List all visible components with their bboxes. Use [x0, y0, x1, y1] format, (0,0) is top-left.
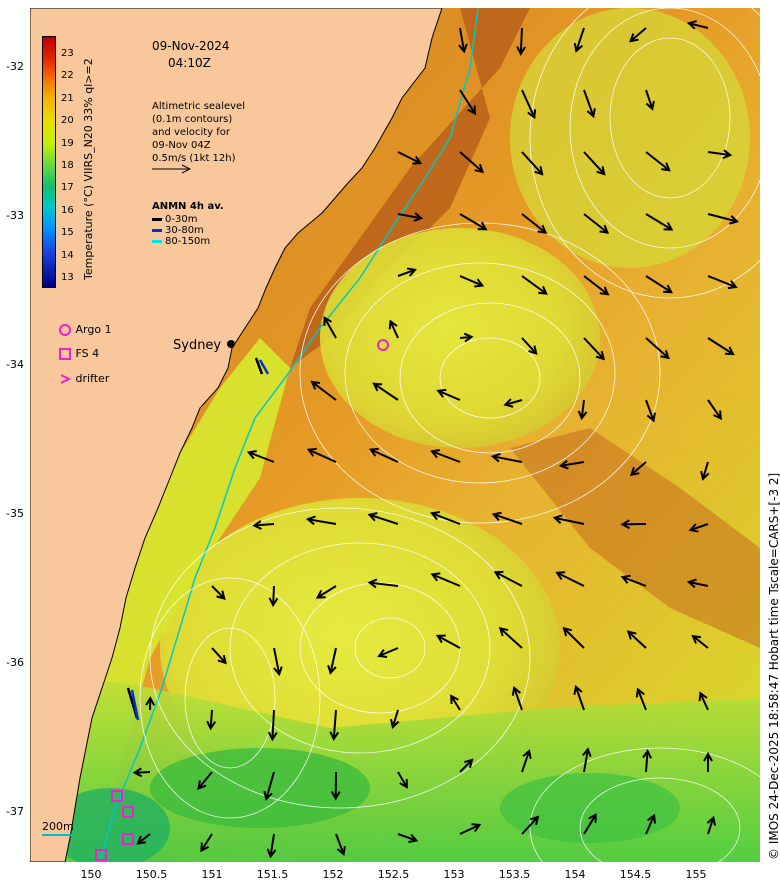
lon-tick-10: 155 — [685, 868, 707, 881]
credit-text: © IMOS 24-Dec-2025 18:58:47 Hobart time … — [767, 472, 780, 860]
anmn-label-2: 80-150m — [165, 236, 211, 247]
lon-tick-3: 151.5 — [256, 868, 289, 881]
anmn-label-1: 30-80m — [165, 225, 204, 236]
colorbar-tick-16: 16 — [61, 204, 74, 216]
sydney-label: Sydney — [173, 338, 222, 353]
colorbar-tick-23: 23 — [61, 48, 74, 59]
lat-tick-2: -34 — [6, 358, 24, 371]
depth-contour-swatch — [42, 834, 72, 836]
anmn-swatch-0 — [152, 217, 162, 221]
legend-argo-label: Argo 1 — [75, 323, 112, 336]
info-line-3: and velocity for — [152, 127, 231, 138]
colorbar-title: Temperature (°C) VIIRS_N20 33% ql>=2 — [82, 58, 95, 280]
anmn-label-0: 0-30m — [165, 214, 198, 225]
colorbar-tick-22: 22 — [61, 70, 74, 82]
fs-legend-icon — [59, 348, 71, 360]
colorbar-tick-13: 13 — [61, 272, 74, 283]
lon-tick-7: 153.5 — [498, 868, 531, 881]
legend-fs: FS 4 — [58, 347, 99, 361]
time-label: 04:10Z — [168, 56, 211, 70]
legend-fs-label: FS 4 — [75, 347, 100, 360]
legend-argo: Argo 1 — [58, 323, 112, 337]
info-line-1: Altimetric sealevel — [152, 101, 245, 112]
depth-contour-label: 200m — [42, 820, 74, 833]
sst-map-image — [30, 8, 760, 862]
lon-tick-5: 152.5 — [377, 868, 410, 881]
colorbar-tick-17: 17 — [61, 182, 74, 194]
lat-tick-4: -36 — [6, 656, 24, 669]
legend-drifter-label: drifter — [75, 372, 110, 385]
temperature-colorbar — [42, 36, 56, 288]
sydney-marker — [227, 340, 235, 348]
lat-tick-3: -35 — [6, 507, 24, 520]
colorbar-tick-20: 20 — [61, 115, 74, 127]
anmn-row-1: 30-80m — [152, 225, 204, 236]
anmn-row-2: 80-150m — [152, 236, 210, 247]
legend-drifter: drifter — [58, 372, 109, 386]
lon-tick-4: 152 — [322, 868, 344, 881]
lon-tick-1: 150.5 — [135, 868, 168, 881]
lon-tick-9: 154.5 — [619, 868, 652, 881]
lat-tick-0: -32 — [6, 60, 24, 73]
date-label: 09-Nov-2024 — [152, 39, 230, 53]
cool-patch-1 — [150, 748, 370, 828]
info-line-2: (0.1m contours) — [152, 114, 233, 125]
colorbar-tick-19: 19 — [61, 137, 74, 149]
velocity-scale-arrow — [152, 164, 192, 174]
colorbar-tick-15: 15 — [61, 227, 74, 239]
anmn-row-0: 0-30m — [152, 214, 197, 225]
anmn-swatch-1 — [152, 228, 162, 232]
info-line-4: 09-Nov 04Z — [152, 140, 211, 151]
argo-legend-icon — [59, 324, 71, 336]
lon-tick-8: 154 — [564, 868, 586, 881]
drifter-legend-icon — [60, 374, 72, 384]
colorbar-tick-14: 14 — [61, 249, 74, 261]
lon-tick-0: 150 — [80, 868, 102, 881]
lon-tick-2: 151 — [201, 868, 223, 881]
cool-patch-2 — [500, 773, 680, 843]
lat-tick-5: -37 — [6, 805, 24, 818]
lat-tick-1: -33 — [6, 209, 24, 222]
anmn-swatch-2 — [152, 239, 162, 243]
lon-tick-6: 153 — [443, 868, 465, 881]
sst-map — [30, 8, 760, 862]
anmn-title: ANMN 4h av. — [152, 201, 224, 212]
north-east-eddy — [510, 8, 750, 268]
colorbar-tick-21: 21 — [61, 92, 74, 104]
colorbar-tick-18: 18 — [61, 160, 74, 171]
